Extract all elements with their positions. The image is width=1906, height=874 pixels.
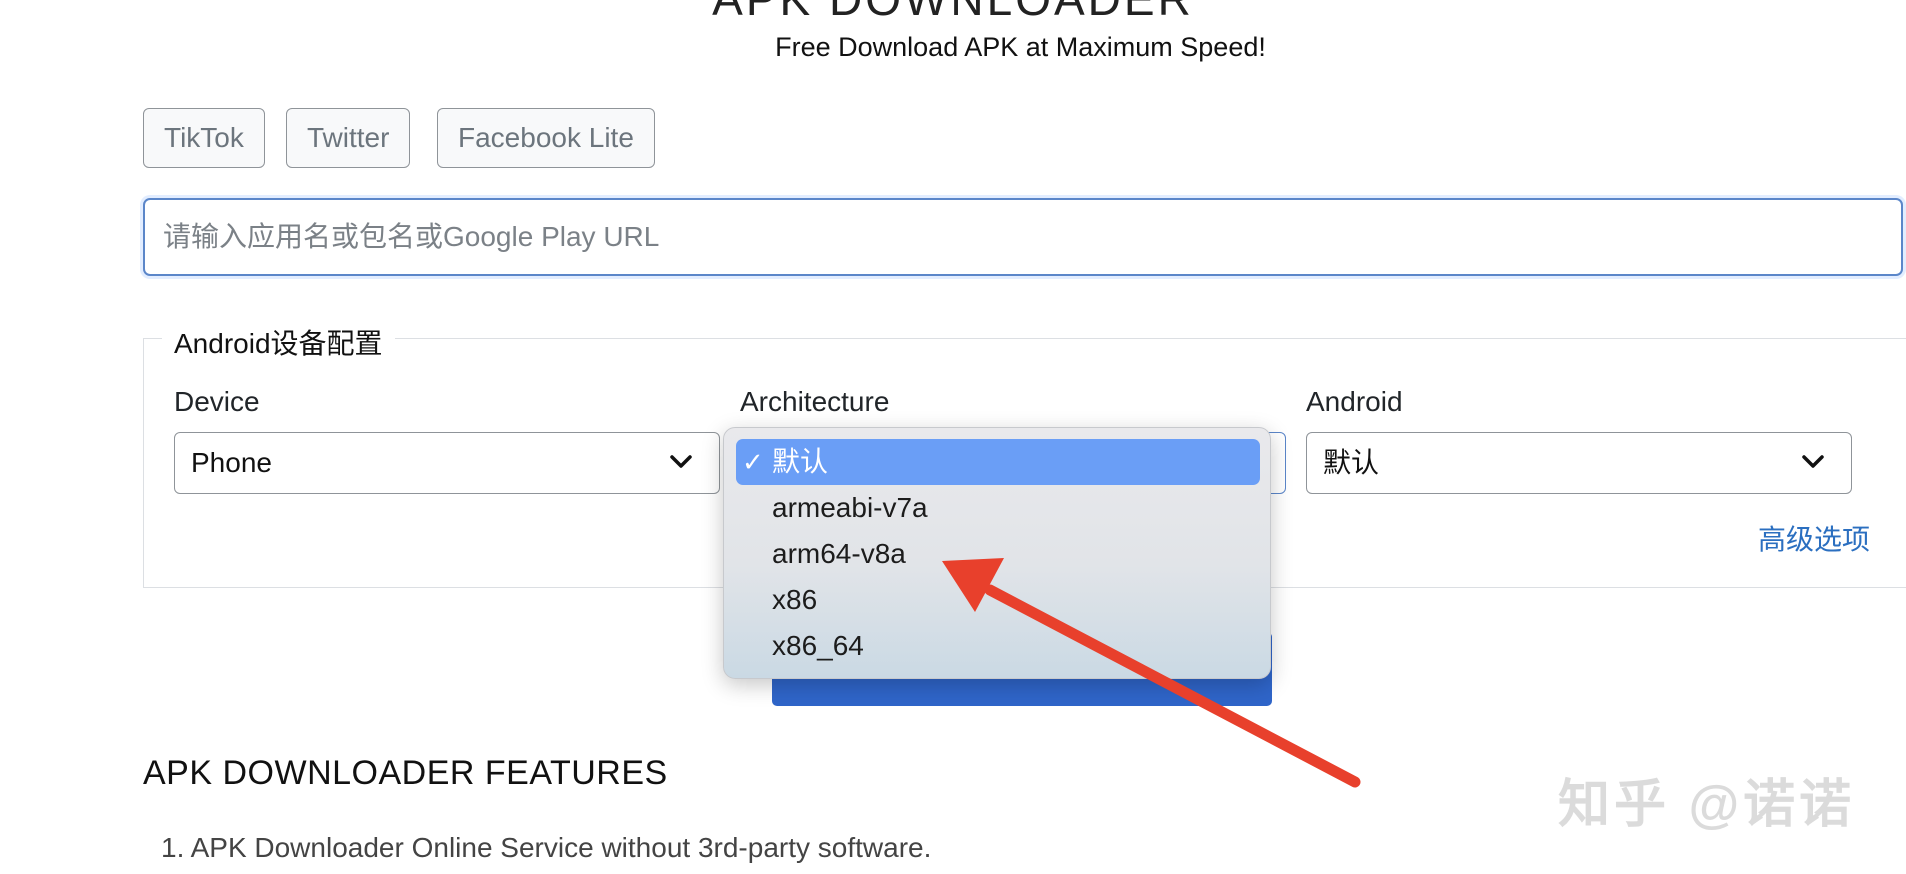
annotation-arrow-icon <box>942 558 1361 788</box>
